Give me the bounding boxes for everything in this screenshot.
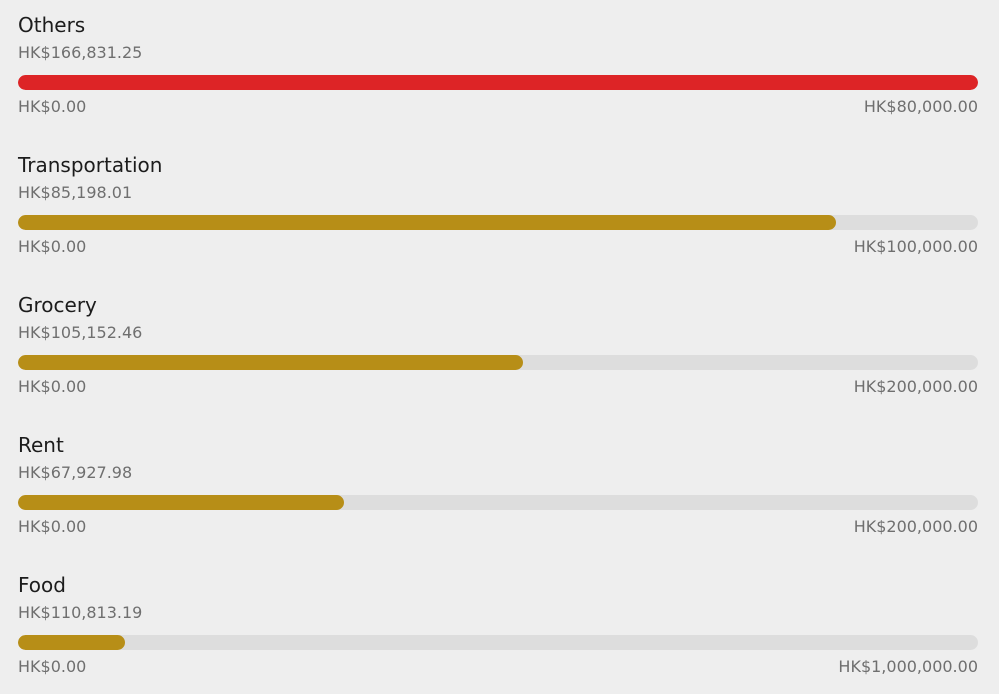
category-name: Transportation: [18, 153, 163, 177]
progress-bar: [18, 635, 978, 650]
progress-bar: [18, 355, 978, 370]
range-max: HK$200,000.00: [853, 517, 978, 536]
category-name: Others: [18, 13, 86, 37]
budget-item-others[interactable]: Others HK$166,831.25 HK$0.00 HK$80,000.0…: [18, 0, 978, 140]
spent-amount: HK$166,831.25: [18, 43, 143, 62]
budget-item-rent[interactable]: Rent HK$67,927.98 HK$0.00 HK$200,000.00: [18, 420, 978, 560]
range-min: HK$0.00: [18, 97, 87, 116]
spent-amount: HK$85,198.01: [18, 183, 133, 202]
spent-amount: HK$105,152.46: [18, 323, 143, 342]
progress-bar: [18, 495, 978, 510]
spent-amount: HK$67,927.98: [18, 463, 133, 482]
progress-fill: [18, 635, 125, 650]
budget-item-transportation[interactable]: Transportation HK$85,198.01 HK$0.00 HK$1…: [18, 140, 978, 280]
category-name: Rent: [18, 433, 64, 457]
range-min: HK$0.00: [18, 237, 87, 256]
progress-fill: [18, 75, 978, 90]
range-min: HK$0.00: [18, 517, 87, 536]
budget-item-food[interactable]: Food HK$110,813.19 HK$0.00 HK$1,000,000.…: [18, 560, 978, 694]
category-name: Food: [18, 573, 66, 597]
budget-item-grocery[interactable]: Grocery HK$105,152.46 HK$0.00 HK$200,000…: [18, 280, 978, 420]
progress-fill: [18, 215, 836, 230]
range-max: HK$200,000.00: [853, 377, 978, 396]
progress-fill: [18, 355, 523, 370]
progress-fill: [18, 495, 345, 510]
category-name: Grocery: [18, 293, 97, 317]
range-max: HK$100,000.00: [853, 237, 978, 256]
progress-bar: [18, 215, 978, 230]
budget-list: Others HK$166,831.25 HK$0.00 HK$80,000.0…: [0, 0, 999, 694]
range-max: HK$1,000,000.00: [838, 657, 978, 676]
spent-amount: HK$110,813.19: [18, 603, 143, 622]
progress-bar: [18, 75, 978, 90]
range-min: HK$0.00: [18, 377, 87, 396]
range-min: HK$0.00: [18, 657, 87, 676]
range-max: HK$80,000.00: [863, 97, 978, 116]
